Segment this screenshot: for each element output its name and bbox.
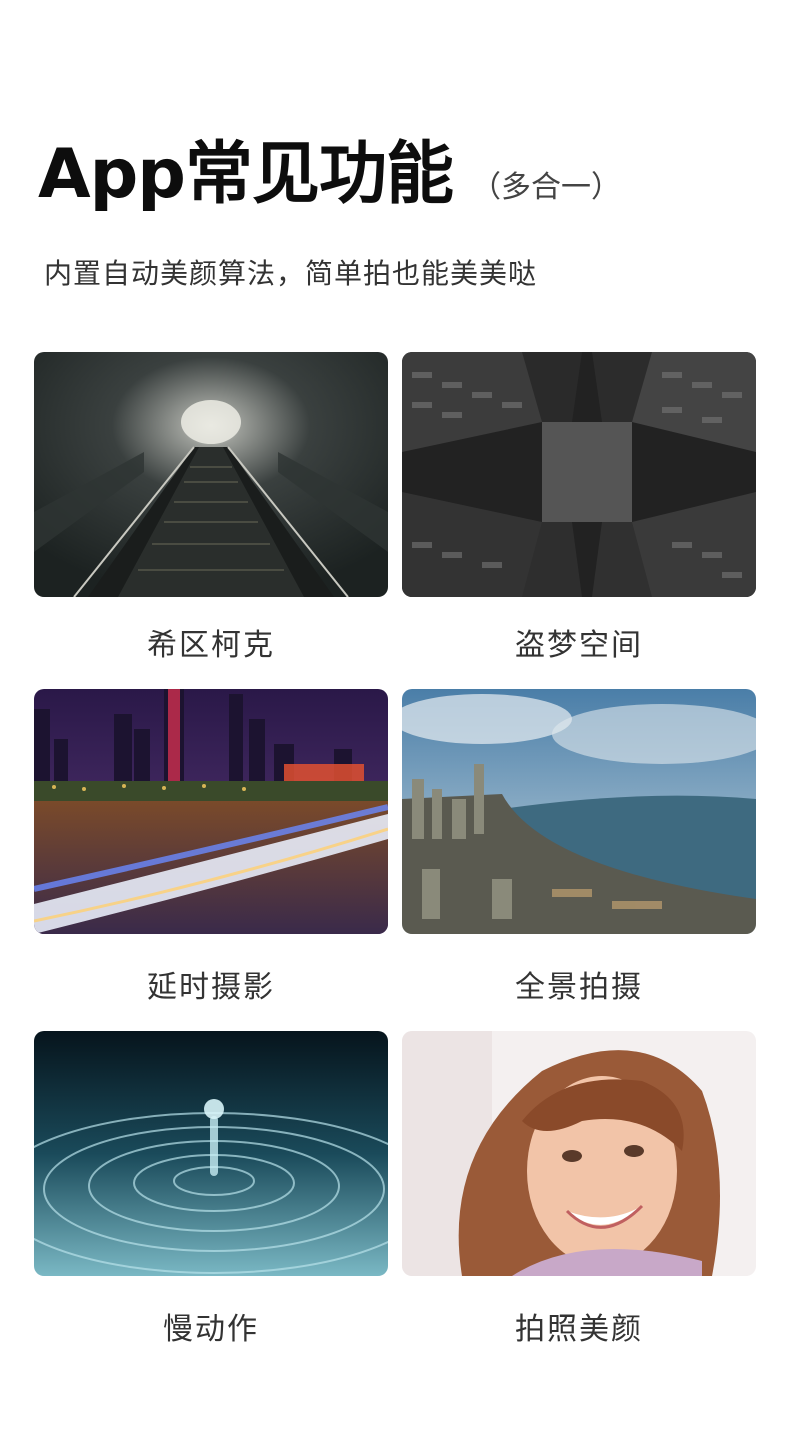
feature-label-hitchcock: 希区柯克	[147, 628, 275, 663]
page-subtitle: 内置自动美颜算法，简单拍也能美美哒	[44, 257, 538, 290]
feature-label-timelapse: 延时摄影	[147, 970, 275, 1005]
feature-label-inception: 盗梦空间	[515, 628, 643, 663]
feature-card-inception[interactable]	[402, 352, 756, 597]
water-drop-ripple-photo	[34, 1031, 388, 1276]
night-city-light-trails-photo	[34, 689, 388, 934]
page-title-suffix: （多合一）	[470, 170, 621, 205]
feature-card-timelapse[interactable]	[34, 689, 388, 934]
feature-card-slowmotion[interactable]	[34, 1031, 388, 1276]
feature-label-slowmotion: 慢动作	[163, 1312, 259, 1347]
smiling-woman-portrait-photo	[402, 1031, 756, 1276]
feature-card-hitchcock[interactable]	[34, 352, 388, 597]
feature-card-beauty[interactable]	[402, 1031, 756, 1276]
page-title: App常见功能	[38, 135, 454, 214]
panoramic-harbor-city-photo	[402, 689, 756, 934]
buildings-looking-up-photo	[402, 352, 756, 597]
feature-card-panorama[interactable]	[402, 689, 756, 934]
escalator-tunnel-photo	[34, 352, 388, 597]
feature-label-beauty: 拍照美颜	[515, 1312, 643, 1347]
page-header: App常见功能 （多合一）	[38, 118, 621, 217]
feature-label-panorama: 全景拍摄	[515, 970, 643, 1005]
